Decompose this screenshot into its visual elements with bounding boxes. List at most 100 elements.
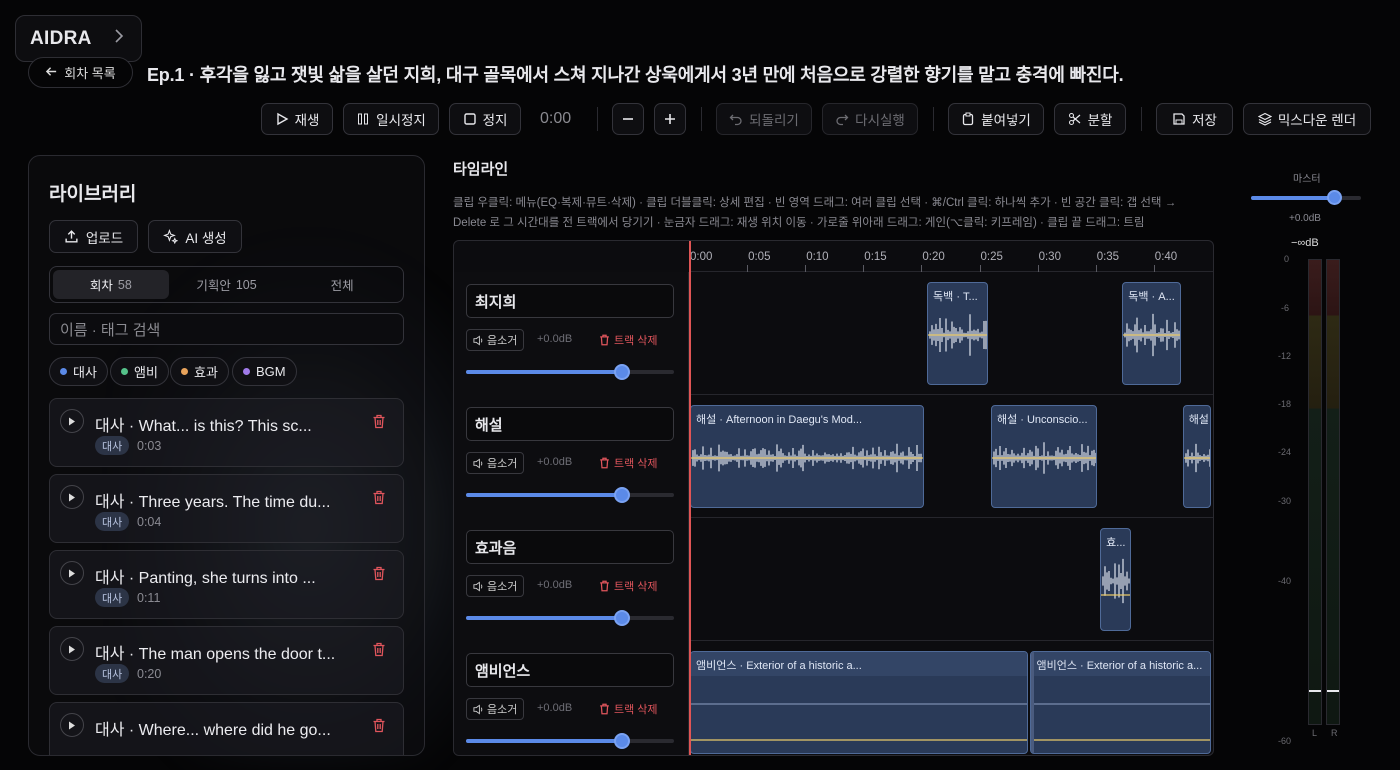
list-item[interactable]: 대사 · Three years. The time du... 대사 0:04 — [49, 474, 404, 543]
track-volume-slider[interactable] — [466, 610, 674, 626]
track-volume-slider[interactable] — [466, 733, 674, 749]
db-tick: -24 — [1278, 447, 1292, 457]
speaker-icon — [473, 580, 483, 592]
audio-clip[interactable]: 해설 — [1182, 405, 1211, 508]
color-dot — [60, 368, 67, 375]
play-button[interactable]: 재생 — [261, 103, 333, 135]
meter-left-label: L — [1312, 728, 1318, 738]
filter-chip-effects[interactable]: 효과 — [170, 357, 229, 386]
list-item[interactable]: 대사 · Where... where did he go... — [49, 702, 404, 755]
slider-knob[interactable] — [614, 610, 630, 626]
search-input[interactable]: 이름 · 태그 검색 — [49, 313, 404, 345]
list-item[interactable]: 대사 · The man opens the door t... 대사 0:20 — [49, 626, 404, 695]
slider-knob[interactable] — [614, 733, 630, 749]
save-button[interactable]: 저장 — [1156, 103, 1233, 135]
zoom-out-button[interactable] — [612, 103, 644, 135]
mute-button[interactable]: 음소거 — [466, 452, 525, 474]
upload-button[interactable]: 업로드 — [49, 220, 138, 253]
ruler-tick — [1095, 265, 1097, 272]
delete-track-button[interactable]: 트랙 삭제 — [599, 332, 658, 348]
delete-track-label: 트랙 삭제 — [614, 335, 658, 347]
undo-icon — [729, 114, 742, 126]
filter-chip-bgm[interactable]: BGM — [232, 357, 297, 386]
save-label: 저장 — [1192, 113, 1217, 128]
track-name-input[interactable]: 해설 — [466, 407, 674, 441]
zoom-in-button[interactable] — [654, 103, 686, 135]
track-lane[interactable]: 효과음 음소거 +0.0dB 트랙 삭제 효... — [454, 518, 1213, 641]
slider-knob[interactable] — [614, 487, 630, 503]
clip-label: 효... — [1106, 537, 1126, 549]
clip-trim-handle[interactable] — [1031, 652, 1035, 753]
undo-button[interactable]: 되돌리기 — [716, 103, 812, 135]
audio-clip[interactable]: 독백 · A... — [1122, 282, 1181, 385]
delete-track-button[interactable]: 트랙 삭제 — [599, 578, 658, 594]
play-icon[interactable] — [60, 637, 84, 661]
mute-button[interactable]: 음소거 — [466, 575, 525, 597]
item-tag: 대사 — [95, 588, 130, 607]
trash-icon[interactable] — [372, 414, 386, 434]
trash-icon[interactable] — [372, 566, 386, 586]
tab-episodes[interactable]: 회차 58 — [53, 270, 169, 299]
delete-track-button[interactable]: 트랙 삭제 — [599, 455, 658, 471]
tab-all[interactable]: 전체 — [284, 270, 400, 299]
trash-icon[interactable] — [372, 642, 386, 662]
ruler-tick — [805, 265, 807, 272]
audio-clip[interactable]: 효... — [1100, 528, 1131, 631]
ruler-tick — [921, 265, 923, 272]
track-gain: +0.0dB — [537, 702, 573, 714]
color-dot — [121, 368, 128, 375]
track-name-input[interactable]: 앰비언스 — [466, 653, 674, 687]
list-item[interactable]: 대사 · What... is this? This sc... 대사 0:03 — [49, 398, 404, 467]
track-lane[interactable]: 해설 음소거 +0.0dB 트랙 삭제 해설 · Afternoon in Daegu'… — [454, 395, 1213, 518]
trash-icon[interactable] — [372, 718, 386, 738]
audio-clip[interactable]: 해설 · Unconscio... — [990, 405, 1098, 508]
mute-button[interactable]: 음소거 — [466, 329, 525, 351]
track-name-input[interactable]: 효과음 — [466, 530, 674, 564]
play-icon[interactable] — [60, 409, 84, 433]
trash-icon[interactable] — [372, 490, 386, 510]
audio-clip[interactable]: 앰비언스 · Exterior of a historic a... — [1030, 651, 1211, 754]
pause-icon — [358, 113, 369, 125]
master-slider-knob[interactable] — [1327, 190, 1342, 205]
time-display: 0:00 — [540, 110, 572, 127]
filter-chip-ambience[interactable]: 앰비 — [110, 357, 169, 386]
track-volume-slider[interactable] — [466, 487, 674, 503]
playhead[interactable] — [689, 241, 691, 755]
tab-proposals[interactable]: 기획안 105 — [169, 270, 285, 299]
brand-menu[interactable]: AIDRA — [15, 15, 142, 62]
delete-track-button[interactable]: 트랙 삭제 — [599, 701, 658, 717]
paste-button[interactable]: 붙여넣기 — [948, 103, 1044, 135]
mixdown-render-button[interactable]: 믹스다운 렌더 — [1243, 103, 1371, 135]
play-icon — [276, 112, 289, 126]
play-icon[interactable] — [60, 713, 84, 737]
clip-label: 해설 — [1188, 414, 1209, 426]
item-name: 대사 · The man opens the door t... — [95, 646, 336, 663]
ruler-tick — [747, 265, 749, 272]
audio-clip[interactable]: 앰비언스 · Exterior of a historic a... — [690, 651, 1029, 754]
ai-generate-button[interactable]: AI 생성 — [148, 220, 242, 253]
back-to-episodes-button[interactable]: 회차 목록 — [28, 57, 133, 88]
track-volume-slider[interactable] — [466, 364, 674, 380]
track-lane[interactable]: 최지희 음소거 +0.0dB 트랙 삭제 독백 · T... 독백 · A... — [454, 272, 1213, 395]
track-lane[interactable]: 앰비언스음소거 +0.0dB 트랙 삭제 앰비언스 · Exterior of a h… — [454, 641, 1213, 755]
track-name-input[interactable]: 최지희 — [466, 284, 674, 318]
audio-clip[interactable]: 해설 · Afternoon in Daegu's Mod... — [690, 405, 924, 508]
master-slider[interactable] — [1251, 190, 1361, 205]
audio-clip[interactable]: 독백 · T... — [927, 282, 988, 385]
pause-button[interactable]: 일시정지 — [343, 103, 439, 135]
slider-fill — [466, 370, 622, 374]
filter-chip-dialogue[interactable]: 대사 — [49, 357, 108, 386]
redo-button[interactable]: 다시실행 — [822, 103, 918, 135]
mute-label: 음소거 — [487, 458, 518, 470]
slider-knob[interactable] — [614, 364, 630, 380]
play-icon[interactable] — [60, 561, 84, 585]
mute-button[interactable]: 음소거 — [466, 698, 525, 720]
upload-icon — [65, 230, 78, 243]
play-icon[interactable] — [60, 485, 84, 509]
master-label: 마스터 — [1293, 174, 1321, 185]
color-dot — [243, 368, 250, 375]
time-ruler[interactable]: 0:00 0:05 0:10 0:15 0:20 0:25 0:30 0:35 0:40 — [689, 241, 1213, 272]
list-item[interactable]: 대사 · Panting, she turns into ... 대사 0:11 — [49, 550, 404, 619]
stop-button[interactable]: 정지 — [449, 103, 521, 135]
split-button[interactable]: 분할 — [1054, 103, 1126, 135]
